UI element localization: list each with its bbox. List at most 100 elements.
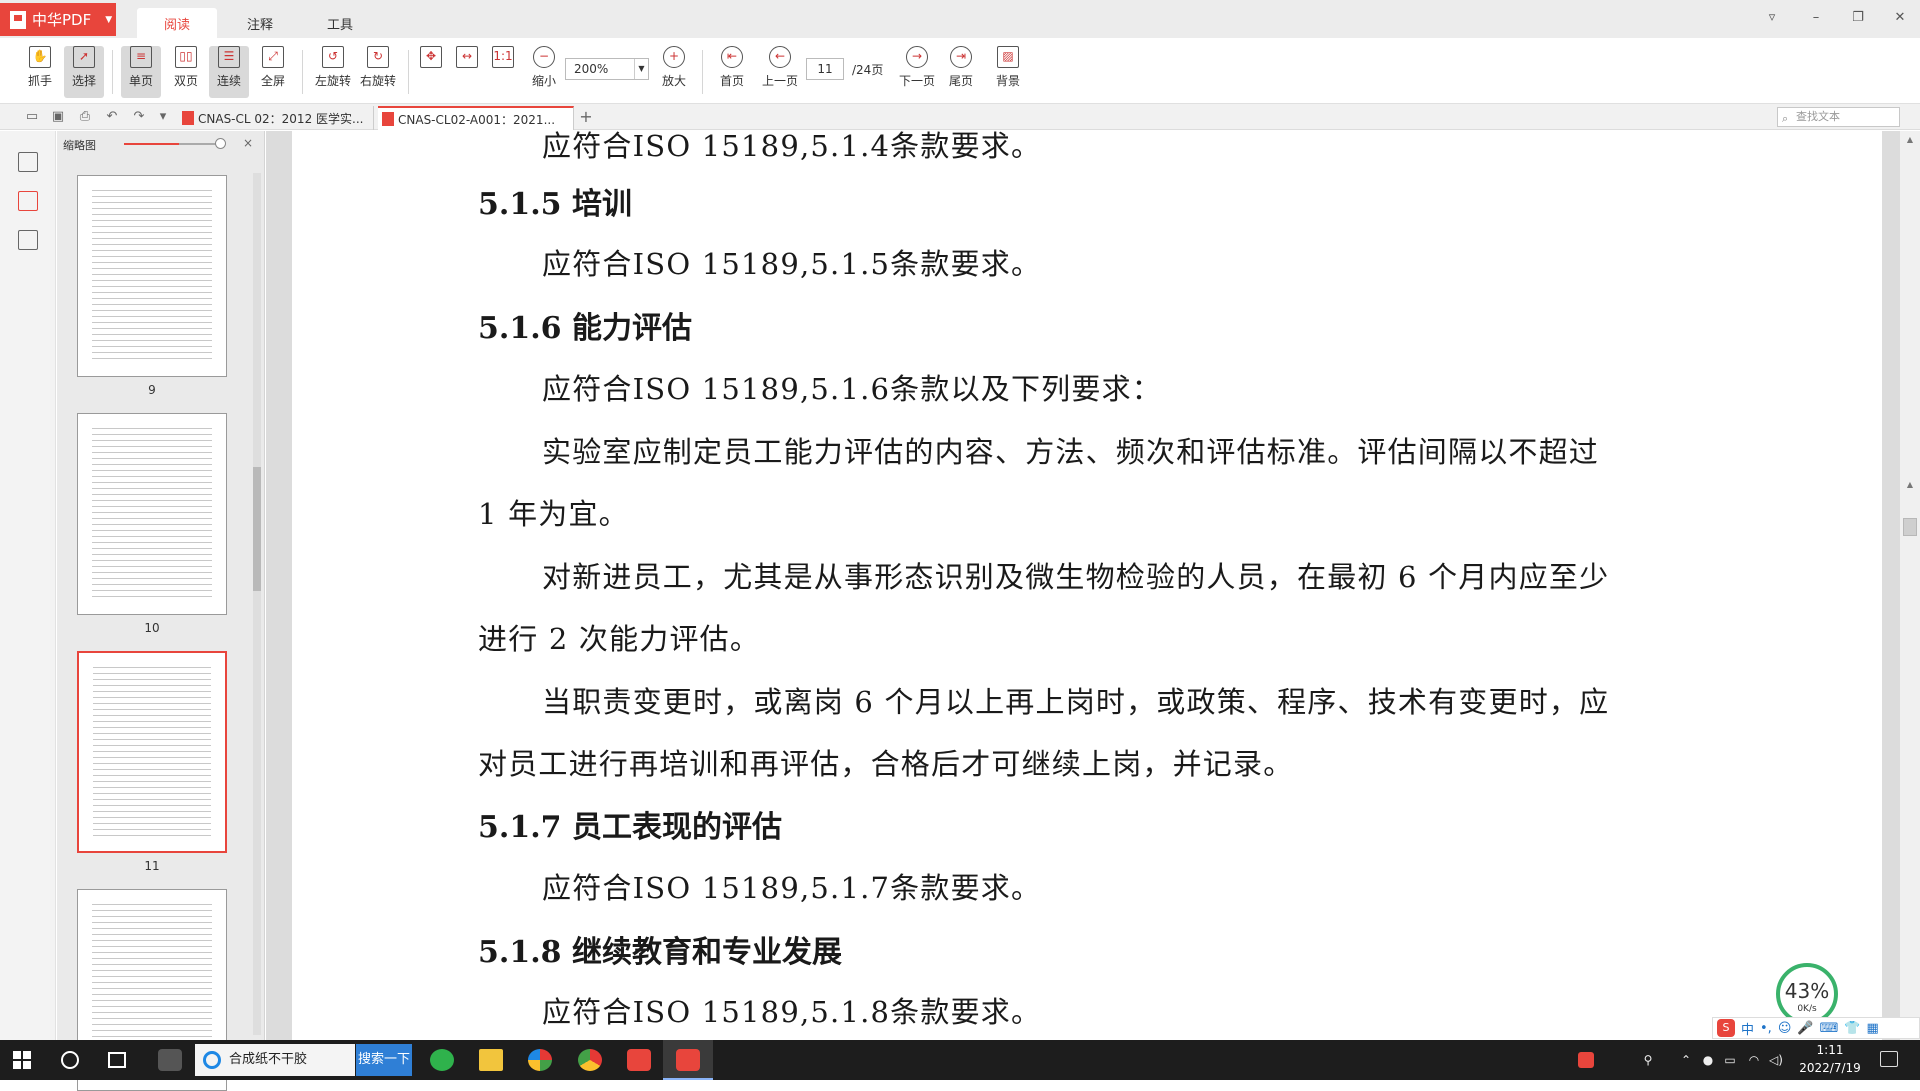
hand-tool-button[interactable]: ✋ 抓手	[22, 46, 58, 98]
fit-width-button[interactable]: ↔	[455, 46, 479, 98]
new-tab-button[interactable]: +	[578, 109, 594, 125]
close-button[interactable]: ✕	[1880, 6, 1920, 30]
clock-time[interactable]: 1:11	[1790, 1043, 1870, 1057]
scroll-up-arrow-icon[interactable]: ▲	[1904, 480, 1916, 490]
ime-toolbar[interactable]: S 中 •, ☺ 🎤 ⌨ 👕 ▦	[1712, 1017, 1920, 1039]
search-input[interactable]: ⌕ 查找文本	[1777, 107, 1900, 127]
first-page-button[interactable]: ⇤ 首页	[715, 46, 749, 98]
thumbnail-scrollbar-thumb[interactable]	[253, 467, 261, 591]
battery-icon[interactable]: ▭	[1722, 1052, 1738, 1068]
thumbnail-size-track[interactable]	[179, 143, 219, 145]
windows-start-icon[interactable]	[13, 1051, 31, 1069]
document-view[interactable]: 应符合ISO 15189,5.1.4条款要求。 5.1.5 培训 应符合ISO …	[266, 131, 1920, 1040]
select-tool-label: 选择	[71, 74, 96, 88]
slider-knob[interactable]	[215, 138, 226, 149]
zoom-value: 200%	[574, 62, 609, 76]
redo-icon[interactable]: ↷	[131, 109, 147, 125]
app-icon[interactable]	[158, 1049, 182, 1071]
select-tool-button[interactable]: ➚ 选择	[64, 46, 104, 98]
page-number-input[interactable]: 11	[806, 58, 844, 80]
prev-page-button[interactable]: ← 上一页	[760, 46, 800, 98]
last-page-button[interactable]: ⇥ 尾页	[944, 46, 978, 98]
close-panel-button[interactable]: ×	[243, 136, 253, 150]
title-bar: 中华PDF ▼ 阅读 注释 工具 ▿ – ❐ ✕	[0, 0, 1920, 38]
people-icon[interactable]: ⚲	[1640, 1052, 1656, 1068]
zoom-out-icon: −	[533, 46, 555, 68]
zoom-out-button[interactable]: − 缩小	[529, 46, 559, 98]
network-speed-widget[interactable]: 43% 0K/s	[1776, 963, 1838, 1025]
vertical-scrollbar-thumb[interactable]	[1903, 518, 1917, 536]
page-thumbnail[interactable]	[77, 175, 227, 377]
file-explorer-icon[interactable]	[479, 1049, 503, 1071]
document-tab-active[interactable]: CNAS-CL02-A001：2021...	[378, 106, 574, 130]
keyboard-icon[interactable]: ⌨	[1820, 1021, 1839, 1036]
save-icon[interactable]: ▣	[50, 109, 66, 125]
rotate-right-icon: ↻	[367, 46, 389, 68]
speed-rate: 0K/s	[1797, 1004, 1817, 1014]
ribbon-collapse-button[interactable]: ▿	[1752, 6, 1792, 30]
punctuation-icon[interactable]: •,	[1760, 1021, 1772, 1036]
next-page-button[interactable]: → 下一页	[897, 46, 937, 98]
background-button[interactable]: ▨ 背景	[988, 46, 1028, 98]
minimize-button[interactable]: –	[1796, 6, 1836, 30]
actual-size-button[interactable]: 1:1	[491, 46, 515, 98]
fit-width-icon: ↔	[456, 46, 478, 68]
zhonghua-pdf-icon[interactable]	[676, 1049, 700, 1071]
two-page-button[interactable]: ▯▯ 双页	[166, 46, 206, 98]
thumbnail-page-number: 11	[144, 859, 160, 873]
undo-icon[interactable]: ↶	[104, 109, 120, 125]
thumbnails-icon[interactable]	[18, 152, 38, 172]
last-page-label: 尾页	[948, 74, 973, 88]
tab-tools[interactable]: 工具	[300, 8, 380, 38]
zoom-in-button[interactable]: + 放大	[659, 46, 689, 98]
notification-icon[interactable]	[1880, 1051, 1898, 1067]
scroll-up-arrow-icon[interactable]: ▲	[1904, 135, 1916, 145]
fullscreen-button[interactable]: ⤢ 全屏	[253, 46, 293, 98]
toolbar-divider	[408, 50, 409, 94]
vertical-scrollbar[interactable]	[1900, 131, 1920, 1040]
print-icon[interactable]: ⎙	[77, 109, 93, 125]
page-thumbnail-selected[interactable]	[77, 651, 227, 853]
browser-icon[interactable]	[528, 1049, 552, 1071]
volume-icon[interactable]: ◁)	[1768, 1052, 1784, 1068]
single-page-button[interactable]: ≡ 单页	[121, 46, 161, 98]
taskbar-search-button[interactable]: 搜索一下	[356, 1044, 412, 1076]
tab-annotate[interactable]: 注释	[220, 8, 300, 38]
sogou-logo-icon: S	[1717, 1019, 1735, 1037]
taskbar-search-input[interactable]: 合成纸不干胶	[195, 1044, 355, 1076]
task-view-icon[interactable]	[108, 1052, 126, 1068]
bookmark-icon[interactable]	[18, 230, 38, 250]
app-menu-button[interactable]: 中华PDF ▼	[0, 3, 116, 36]
zoom-select[interactable]: 200% ▼	[565, 58, 649, 80]
outline-icon[interactable]	[18, 191, 38, 211]
tab-read[interactable]: 阅读	[137, 8, 217, 38]
rotate-left-button[interactable]: ↺ 左旋转	[311, 46, 355, 98]
ime-mode[interactable]: 中	[1741, 1019, 1754, 1038]
page-thumbnail[interactable]	[77, 413, 227, 615]
open-folder-icon[interactable]: ▭	[24, 109, 40, 125]
chrome-icon[interactable]	[578, 1049, 602, 1071]
fit-page-button[interactable]: ✥	[419, 46, 443, 98]
cortana-icon[interactable]	[61, 1051, 79, 1069]
rotate-right-button[interactable]: ↻ 右旋转	[356, 46, 400, 98]
thumbnail-scrollbar[interactable]	[253, 173, 261, 1035]
chevron-up-icon[interactable]: ⌃	[1678, 1052, 1694, 1068]
emoji-icon[interactable]: ☺	[1778, 1021, 1792, 1036]
grid-menu-icon[interactable]: ▦	[1867, 1021, 1879, 1036]
tray-app-icon[interactable]: ●	[1700, 1052, 1716, 1068]
document-tab[interactable]: CNAS-CL 02：2012 医学实...	[178, 106, 374, 130]
thumbnail-panel: 缩略图 × 9 10 11	[57, 131, 265, 1091]
continuous-button[interactable]: ☰ 连续	[209, 46, 249, 98]
wechat-icon[interactable]	[430, 1049, 454, 1071]
prev-page-label: 上一页	[761, 74, 798, 88]
chevron-down-icon[interactable]: ▼	[634, 59, 648, 79]
clock-date[interactable]: 2022/7/19	[1790, 1061, 1870, 1075]
restore-button[interactable]: ❐	[1838, 6, 1878, 30]
chevron-down-icon[interactable]: ▾	[155, 109, 171, 125]
skin-icon[interactable]: 👕	[1844, 1021, 1860, 1036]
sogou-tray-icon[interactable]	[1578, 1052, 1594, 1068]
wifi-icon[interactable]: ◠	[1746, 1052, 1762, 1068]
microphone-icon[interactable]: 🎤	[1797, 1021, 1813, 1036]
pdf-app-icon[interactable]	[627, 1049, 651, 1071]
thumbnail-size-slider[interactable]	[124, 143, 179, 145]
